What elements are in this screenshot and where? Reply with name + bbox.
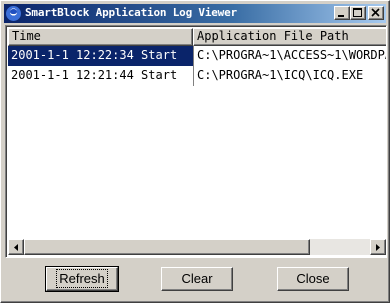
time-cell: 2001-1-1 12:22:34 Start: [8, 46, 193, 66]
minimize-icon: [338, 15, 344, 17]
log-list-view[interactable]: Time Application File Path 2001-1-1 12:2…: [5, 25, 387, 258]
scroll-left-button[interactable]: [8, 239, 24, 255]
close-button-label: Close: [296, 271, 330, 286]
close-icon: [371, 8, 380, 17]
refresh-button-label: Refresh: [56, 269, 108, 288]
close-window-button[interactable]: [368, 6, 384, 20]
window-title: SmartBlock Application Log Viewer: [25, 6, 237, 19]
refresh-button[interactable]: Refresh: [45, 266, 119, 292]
arrow-left-icon: [14, 244, 18, 251]
scroll-right-button[interactable]: [370, 239, 386, 255]
title-bar[interactable]: SmartBlock Application Log Viewer: [4, 4, 386, 23]
clear-button-label: Clear: [181, 271, 213, 286]
maximize-button[interactable]: [350, 6, 366, 20]
minimize-button[interactable]: [334, 6, 350, 20]
arrow-right-icon: [376, 244, 380, 251]
app-window: SmartBlock Application Log Viewer Time A…: [0, 0, 390, 303]
path-cell: C:\PROGRA~1\ACCESS~1\WORDPAD: [193, 46, 386, 66]
maximize-icon: [353, 8, 362, 17]
path-cell: C:\PROGRA~1\ICQ\ICQ.EXE: [193, 66, 386, 86]
close-button[interactable]: Close: [277, 267, 349, 291]
table-row[interactable]: 2001-1-1 12:21:44 Start C:\PROGRA~1\ICQ\…: [8, 66, 386, 86]
horizontal-scrollbar[interactable]: [8, 239, 386, 255]
column-header-path[interactable]: Application File Path: [193, 28, 386, 46]
table-row[interactable]: 2001-1-1 12:22:34 Start C:\PROGRA~1\ACCE…: [8, 46, 386, 66]
column-header-time[interactable]: Time: [8, 28, 193, 46]
scroll-thumb[interactable]: [24, 239, 310, 255]
list-header: Time Application File Path: [8, 28, 386, 46]
smartblock-app-icon[interactable]: [6, 6, 21, 21]
time-cell: 2001-1-1 12:21:44 Start: [11, 68, 178, 82]
clear-button[interactable]: Clear: [161, 267, 233, 291]
